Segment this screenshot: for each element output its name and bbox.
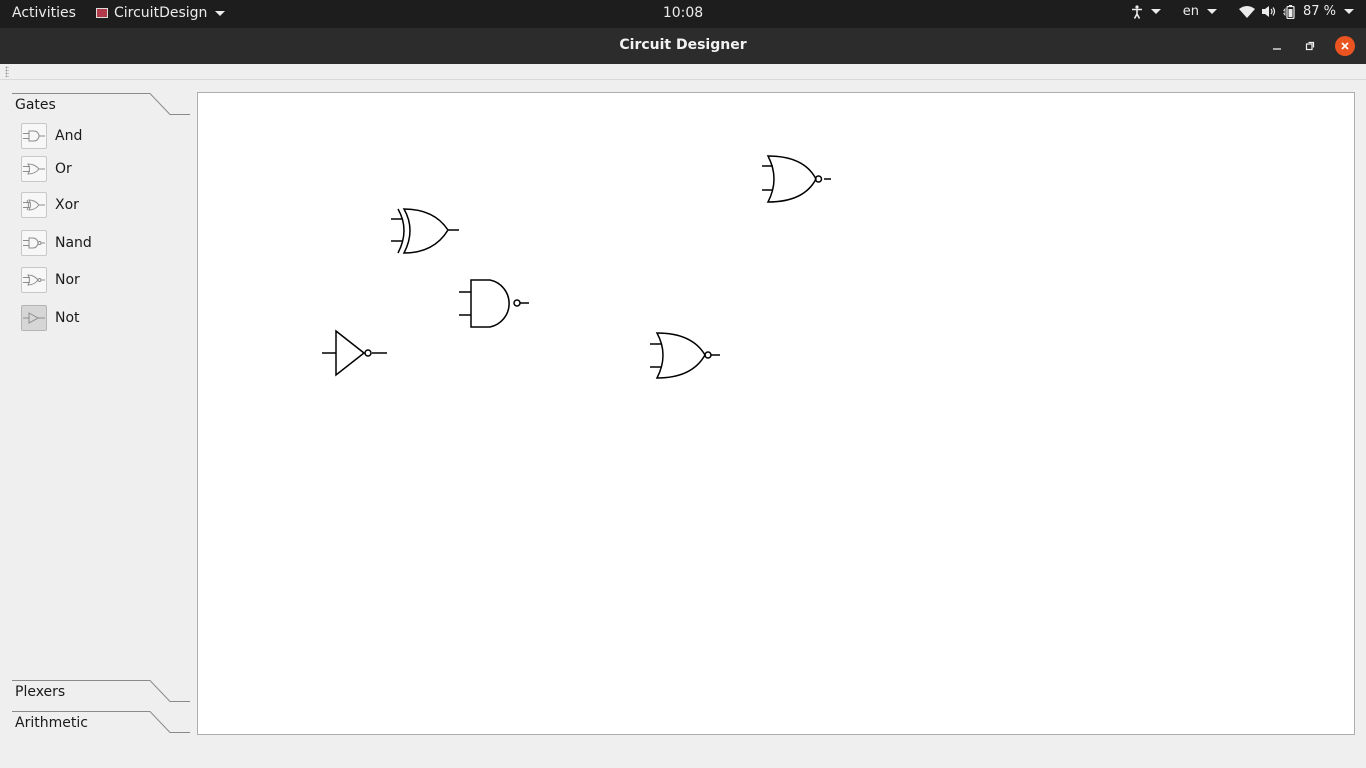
close-icon (1341, 42, 1349, 50)
status-menu[interactable]: 87 % (1238, 4, 1354, 19)
nand-gate[interactable] (459, 279, 529, 328)
xor-gate[interactable] (391, 208, 459, 254)
nor-gate[interactable] (650, 332, 720, 379)
section-label: Arithmetic (15, 715, 88, 731)
activities-button[interactable]: Activities (12, 5, 76, 21)
close-button[interactable] (1335, 36, 1355, 56)
section-label: Gates (15, 97, 56, 113)
section-header-gates[interactable]: Gates (12, 93, 190, 115)
gate-item-and[interactable]: And (21, 122, 82, 150)
restore-icon (1305, 41, 1315, 51)
battery-icon (1283, 4, 1295, 19)
gate-item-not[interactable]: Not (21, 304, 80, 332)
gate-label: Nand (55, 235, 92, 251)
section-header-plexers[interactable]: Plexers (12, 680, 190, 702)
canvas-drawing (322, 155, 831, 379)
maximize-button[interactable] (1300, 36, 1320, 56)
gate-button[interactable] (21, 156, 47, 182)
gate-button[interactable] (21, 230, 47, 256)
language-menu[interactable]: en (1183, 4, 1217, 19)
section-label: Plexers (15, 684, 66, 700)
gate-label: Nor (55, 272, 80, 288)
language-label: en (1182, 4, 1199, 19)
not-gate-icon (23, 312, 45, 324)
minimize-button[interactable] (1267, 36, 1287, 56)
nor-gate-icon (23, 274, 45, 286)
minimize-icon (1273, 48, 1281, 50)
app-menu[interactable]: CircuitDesign (96, 5, 226, 21)
chevron-down-icon (215, 10, 226, 16)
volume-icon (1261, 6, 1276, 17)
chevron-down-icon (1150, 9, 1161, 14)
accessibility-icon (1131, 4, 1142, 19)
gate-button[interactable] (21, 123, 47, 149)
gate-label: Or (55, 161, 72, 177)
circuit-canvas[interactable] (197, 92, 1355, 735)
gate-item-xor[interactable]: Xor (21, 191, 79, 219)
or-gate-icon (23, 163, 45, 175)
chevron-down-icon (1206, 9, 1217, 14)
gate-button-selected[interactable] (21, 305, 47, 331)
toolbar (0, 64, 1366, 80)
gate-button[interactable] (21, 192, 47, 218)
app-menu-label: CircuitDesign (114, 5, 208, 21)
wifi-icon (1238, 5, 1255, 18)
chevron-down-icon (1344, 9, 1354, 14)
gate-item-or[interactable]: Or (21, 155, 72, 183)
and-gate-icon (23, 130, 45, 142)
app-icon (96, 8, 108, 18)
section-header-arithmetic[interactable]: Arithmetic (12, 711, 190, 733)
toolbar-grip-handle[interactable] (5, 66, 9, 77)
window-title: Circuit Designer (619, 37, 747, 53)
gate-item-nor[interactable]: Nor (21, 266, 80, 294)
xor-gate-icon (23, 199, 45, 211)
clock[interactable]: 10:08 (663, 5, 703, 21)
gate-button[interactable] (21, 267, 47, 293)
nor-gate[interactable] (762, 155, 831, 203)
top-bar: Activities CircuitDesign 10:08 en 87 % (0, 0, 1366, 28)
accessibility-menu[interactable] (1131, 4, 1161, 19)
component-panel: Gates And Or Xor Nand Nor Not Plexers Ar… (0, 80, 196, 768)
window-titlebar[interactable]: Circuit Designer (0, 28, 1366, 64)
not-gate[interactable] (322, 329, 387, 377)
gate-label: Xor (55, 197, 79, 213)
gate-label: Not (55, 310, 80, 326)
battery-percent: 87 % (1302, 4, 1336, 19)
gate-label: And (55, 128, 83, 144)
nand-gate-icon (23, 237, 45, 249)
gate-item-nand[interactable]: Nand (21, 229, 92, 257)
system-tray: en 87 % (1109, 4, 1354, 19)
